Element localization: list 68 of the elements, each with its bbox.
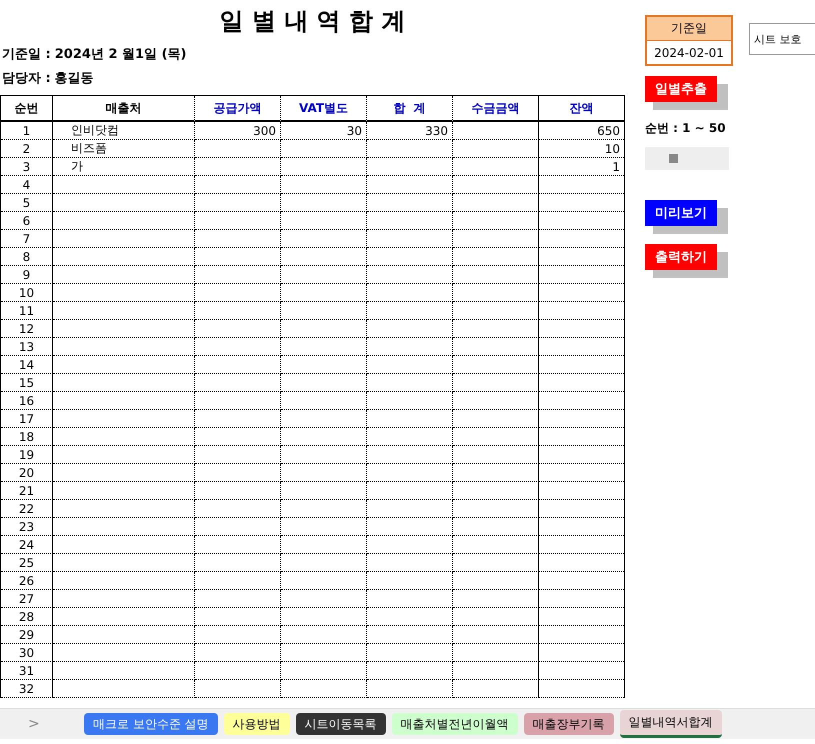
table-cell: 20 [1, 464, 53, 482]
table-cell: 6 [1, 212, 53, 230]
range-label: 순번 : 1 ~ 50 [645, 120, 727, 137]
table-cell: 2 [1, 140, 53, 158]
table-cell: 12 [1, 320, 53, 338]
table-cell: 16 [1, 392, 53, 410]
table-cell: 22 [1, 500, 53, 518]
table-cell: 650 [539, 122, 624, 140]
table-cell: 18 [1, 428, 53, 446]
table-cell: 32 [1, 680, 53, 698]
table-cell: 5 [1, 194, 53, 212]
table-cell: 330 [367, 122, 453, 140]
info-value: 2024년 2 월1일 (목) [54, 46, 186, 63]
date-value: 2024-02-01 [653, 44, 725, 62]
table-cell: 17 [1, 410, 53, 428]
table-cell: 1 [1, 122, 53, 140]
info-label: 기준일 : [2, 46, 51, 63]
table-cell: 4 [1, 176, 53, 194]
table-cell: 7 [1, 230, 53, 248]
table-cell: 9 [1, 266, 53, 284]
sheet-tab[interactable]: 매크로 보안수준 설명 [84, 713, 218, 735]
protect-button[interactable]: 시트 보호 [749, 23, 815, 55]
column-header: 잔액 [539, 96, 624, 122]
date-label: 기준일 [647, 17, 731, 41]
sheet-tab[interactable]: 매출장부기록 [524, 713, 614, 735]
table-cell: 300 [195, 122, 281, 140]
table-cell: 26 [1, 572, 53, 590]
table-cell: 24 [1, 536, 53, 554]
table-cell: 23 [1, 518, 53, 536]
table-cell: 1 [539, 158, 624, 176]
table-cell: 3 [1, 158, 53, 176]
sheet-title: 일 별 내 역 합 계 [218, 6, 406, 37]
table-cell: 29 [1, 626, 53, 644]
table-cell: 가 [53, 158, 195, 176]
sheet-tab[interactable]: 매출처별전년이월액 [392, 713, 518, 735]
table-cell: 인비닷컴 [53, 122, 195, 140]
action-button[interactable]: 출력하기 [645, 244, 717, 270]
action-button[interactable]: 일별추출 [645, 76, 717, 102]
table-cell: 30 [1, 644, 53, 662]
table-cell: 21 [1, 482, 53, 500]
table-cell: 10 [539, 140, 624, 158]
table-cell: 10 [1, 284, 53, 302]
table-cell: 11 [1, 302, 53, 320]
table-cell: 19 [1, 446, 53, 464]
table-cell: 30 [281, 122, 367, 140]
table-cell: 15 [1, 374, 53, 392]
table-cell: 28 [1, 608, 53, 626]
table-cell: 14 [1, 356, 53, 374]
column-header: 합 계 [367, 96, 453, 122]
info-label: 담당자 : [2, 70, 51, 87]
action-button[interactable]: 미리보기 [645, 200, 717, 226]
table-cell: 13 [1, 338, 53, 356]
info-value: 홍길동 [54, 70, 94, 87]
square-icon [669, 154, 678, 163]
column-header: 수금금액 [453, 96, 539, 122]
table-cell: 31 [1, 662, 53, 680]
column-header: 공급가액 [195, 96, 281, 122]
sheet-tab[interactable]: 시트이동목록 [296, 713, 386, 735]
table-cell: 25 [1, 554, 53, 572]
table-cell: 비즈폼 [53, 140, 195, 158]
table-cell: 8 [1, 248, 53, 266]
column-header: VAT별도 [281, 96, 367, 122]
table-cell: 27 [1, 590, 53, 608]
column-header: 순번 [1, 96, 53, 122]
sheet-tab[interactable]: 사용방법 [224, 713, 290, 735]
sheet-tab[interactable]: 일별내역서합계 [620, 710, 722, 738]
column-header: 매출처 [53, 96, 195, 122]
spin-control[interactable] [645, 147, 729, 170]
